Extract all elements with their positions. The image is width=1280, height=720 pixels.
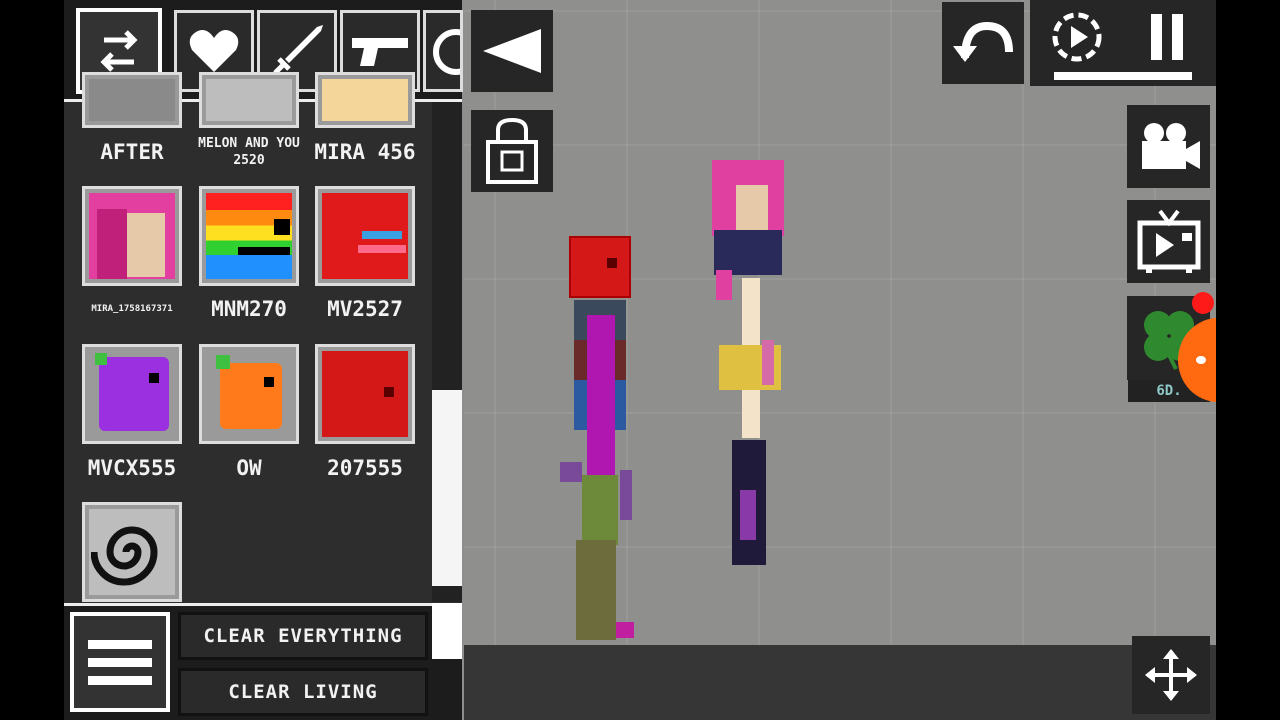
notification-badge [1192,292,1214,314]
item-label: MIRA 456 [314,140,416,164]
hamburger-icon [88,640,152,649]
ground-floor [464,645,1216,720]
item-mnm270[interactable] [199,186,299,286]
item-label: MIRA_1758167371 [91,304,173,314]
slow-motion-button[interactable] [1044,6,1110,68]
item-207555[interactable] [315,344,415,444]
item-mira-456[interactable] [315,72,415,128]
undo-icon [953,21,1013,62]
clear-everything-button[interactable]: CLEAR EVERYTHING [178,612,428,660]
undo-button[interactable] [942,2,1024,84]
heart-icon [189,30,239,72]
item-mv2527[interactable] [315,186,415,286]
move-tool-button[interactable] [1132,636,1210,714]
menu-button[interactable] [70,612,170,712]
camera-button[interactable] [1127,105,1210,188]
item-mvcx555[interactable] [82,344,182,444]
item-label: MV2527 [327,297,403,321]
tv-button[interactable] [1127,200,1210,283]
triangle-left-icon [483,29,541,73]
lock-button[interactable] [471,110,553,192]
scrollbar-thumb[interactable] [432,390,462,586]
item-mira-1758167371[interactable] [82,186,182,286]
item-label: AFTER [100,140,164,164]
spiral-icon [91,526,158,586]
time-scale-bar[interactable] [1054,72,1192,80]
item-ow[interactable] [199,344,299,444]
pause-button[interactable] [1134,6,1200,68]
item-label: 207555 [327,456,403,480]
explosive-icon [433,29,460,75]
item-label: MNM270 [211,297,287,321]
video-camera-icon [1141,122,1200,169]
scrollbar-end [432,603,462,659]
item-spiral[interactable] [82,502,182,602]
tv-icon [1137,209,1200,273]
clear-living-button[interactable]: CLEAR LIVING [178,668,428,716]
collapse-panel-button[interactable] [471,10,553,92]
swap-arrows-icon [100,30,138,72]
item-after[interactable] [82,72,182,128]
lock-icon [486,117,538,184]
item-label: OW [236,456,262,480]
item-melon-and-you[interactable] [199,72,299,128]
move-arrows-icon [1145,649,1197,701]
pistol-icon [352,38,408,66]
item-label: MELON AND YOU 2520 [198,136,300,168]
tab-explosives[interactable] [423,10,463,92]
spawn-panel: AFTER MELON AND YOU 2520 MIRA 456 MIRA_1… [64,0,463,720]
game-screen: AFTER MELON AND YOU 2520 MIRA 456 MIRA_1… [64,0,1216,720]
pause-icon [1151,14,1183,60]
slow-motion-icon [1052,12,1102,62]
item-label: MVCX555 [87,456,177,480]
